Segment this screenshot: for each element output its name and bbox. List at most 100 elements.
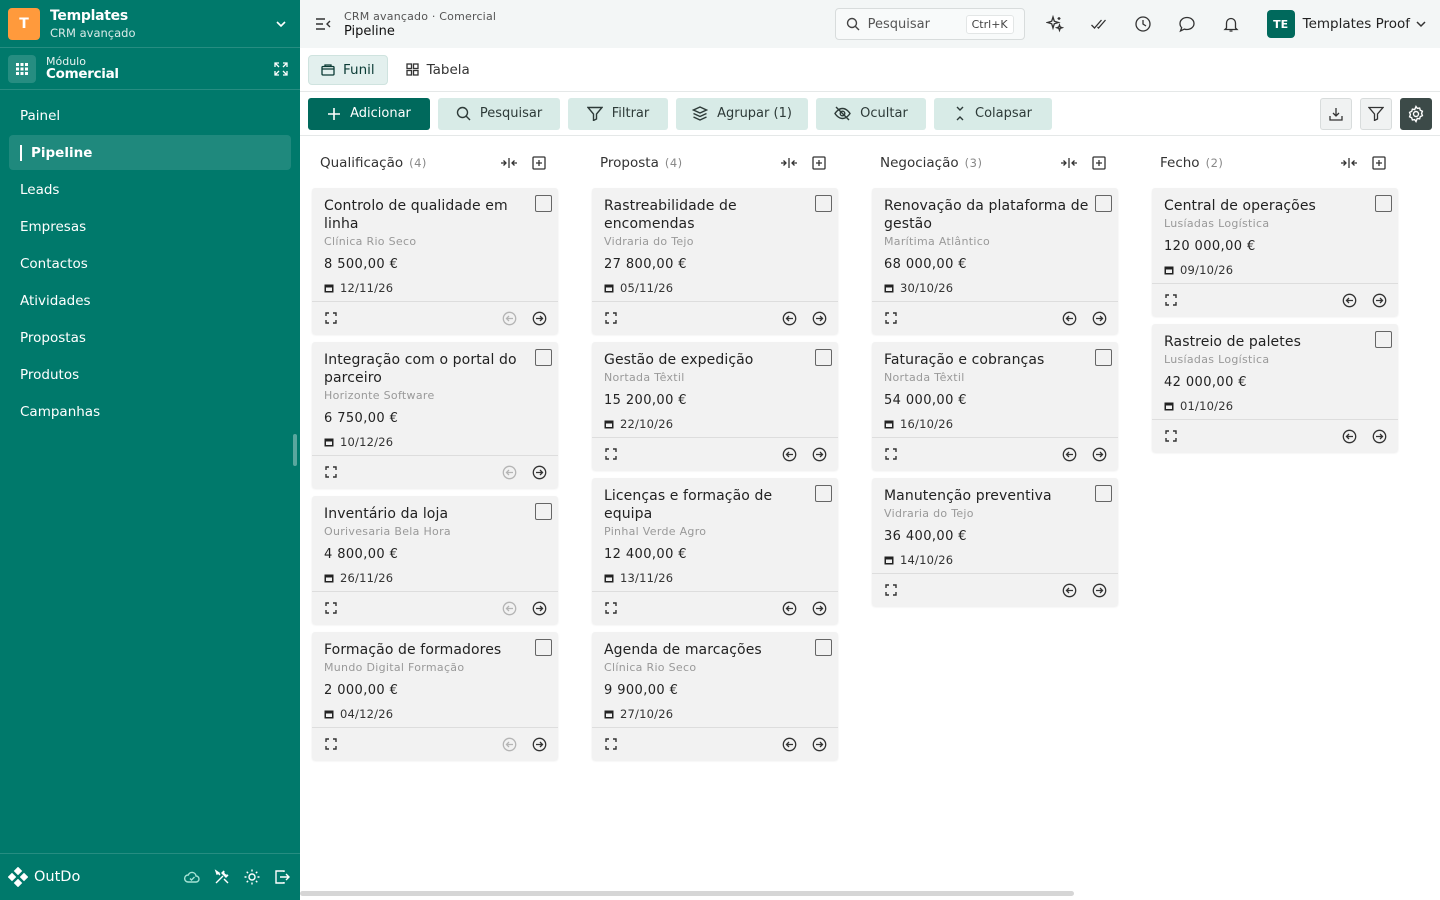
expand-card-icon[interactable] [602,735,620,753]
module-switcher[interactable]: Módulo Comercial [0,48,300,90]
deal-company[interactable]: Vidraria do Tejo [884,507,1106,520]
move-next-icon[interactable] [810,309,828,327]
move-next-icon[interactable] [530,309,548,327]
global-search[interactable]: Pesquisar Ctrl+K [834,8,1025,40]
collapse-button[interactable]: Colapsar [934,97,1052,130]
select-checkbox[interactable] [535,349,552,366]
move-next-icon[interactable] [810,735,828,753]
deal-card[interactable]: Gestão de expedição Nortada Têxtil 15 200,… [592,342,838,470]
add-card-icon[interactable] [1368,152,1390,174]
move-next-icon[interactable] [1090,445,1108,463]
sidebar-item-painel[interactable]: Painel [9,98,291,133]
select-checkbox[interactable] [815,195,832,212]
search-button[interactable]: Pesquisar [438,97,560,130]
horizontal-scrollbar[interactable] [300,891,1074,896]
workspace-switcher[interactable]: T Templates CRM avançado [0,0,300,48]
logout-icon[interactable] [272,867,292,887]
move-next-icon[interactable] [1370,427,1388,445]
sidebar-item-contactos[interactable]: Contactos [9,246,291,281]
collapse-column-icon[interactable] [1338,152,1360,174]
sidebar-item-propostas[interactable]: Propostas [9,320,291,355]
sun-icon[interactable] [242,867,262,887]
move-previous-icon[interactable] [780,735,798,753]
move-previous-icon[interactable] [1060,581,1078,599]
deal-card[interactable]: Rastreabilidade de encomendas Vidraria do… [592,188,838,334]
deal-card[interactable]: Integração com o portal do parceiro Horiz… [312,342,558,488]
bell-icon[interactable] [1209,8,1253,40]
move-previous-icon[interactable] [780,309,798,327]
add-card-icon[interactable] [1088,152,1110,174]
move-next-icon[interactable] [530,735,548,753]
add-button[interactable]: Adicionar [308,97,430,130]
sidebar-item-produtos[interactable]: Produtos [9,357,291,392]
select-checkbox[interactable] [1375,331,1392,348]
move-next-icon[interactable] [810,599,828,617]
menu-collapse-icon[interactable] [312,13,334,35]
filter-button[interactable]: Filtrar [568,97,668,130]
clock-icon[interactable] [1121,8,1165,40]
expand-card-icon[interactable] [1162,427,1180,445]
sparkles-icon[interactable] [1033,8,1077,40]
move-previous-icon[interactable] [780,445,798,463]
expand-card-icon[interactable] [1162,291,1180,309]
expand-card-icon[interactable] [322,735,340,753]
move-next-icon[interactable] [1370,291,1388,309]
move-next-icon[interactable] [530,463,548,481]
deal-card[interactable]: Agenda de marcações Clínica Rio Seco 9 900… [592,632,838,760]
collapse-column-icon[interactable] [1058,152,1080,174]
deal-company[interactable]: Lusíadas Logística [1164,353,1386,366]
deal-card[interactable]: Licenças e formação de equipa Pinhal Verd… [592,478,838,624]
add-card-icon[interactable] [808,152,830,174]
move-previous-icon[interactable] [780,599,798,617]
move-previous-icon[interactable] [1060,309,1078,327]
select-checkbox[interactable] [815,639,832,656]
group-button[interactable]: Agrupar (1) [676,97,808,130]
deal-company[interactable]: Nortada Têxtil [884,371,1106,384]
tab-tabela[interactable]: Tabela [394,55,482,85]
deal-card[interactable]: Formação de formadores Mundo Digital Form… [312,632,558,760]
chat-icon[interactable] [1165,8,1209,40]
select-checkbox[interactable] [815,485,832,502]
expand-card-icon[interactable] [882,445,900,463]
select-checkbox[interactable] [1095,349,1112,366]
expand-card-icon[interactable] [602,309,620,327]
expand-card-icon[interactable] [602,599,620,617]
cloud-sync-icon[interactable] [182,867,202,887]
expand-card-icon[interactable] [322,309,340,327]
sidebar-item-campanhas[interactable]: Campanhas [9,394,291,429]
deal-card[interactable]: Inventário da loja Ourivesaria Bela Hora 4… [312,496,558,624]
collapse-column-icon[interactable] [778,152,800,174]
hide-button[interactable]: Ocultar [816,97,926,130]
move-next-icon[interactable] [1090,581,1108,599]
expand-card-icon[interactable] [882,581,900,599]
move-previous-icon[interactable] [1340,291,1358,309]
deal-company[interactable]: Vidraria do Tejo [604,235,826,248]
expand-card-icon[interactable] [602,445,620,463]
sidebar-item-leads[interactable]: Leads [9,172,291,207]
deal-company[interactable]: Nortada Têxtil [604,371,826,384]
deal-company[interactable]: Lusíadas Logística [1164,217,1386,230]
chevron-down-icon[interactable] [270,13,292,35]
select-checkbox[interactable] [815,349,832,366]
deal-company[interactable]: Pinhal Verde Agro [604,525,826,538]
deal-card[interactable]: Manutenção preventiva Vidraria do Tejo 36 … [872,478,1118,606]
add-card-icon[interactable] [528,152,550,174]
settings-button[interactable] [1400,97,1432,130]
select-checkbox[interactable] [1095,195,1112,212]
sidebar-item-atividades[interactable]: Atividades [9,283,291,318]
sidebar-item-pipeline[interactable]: Pipeline [9,135,291,170]
user-menu[interactable]: TE Templates Proof [1266,10,1428,38]
expand-card-icon[interactable] [322,599,340,617]
expand-card-icon[interactable] [882,309,900,327]
deal-company[interactable]: Marítima Atlântico [884,235,1106,248]
deal-card[interactable]: Rastreio de paletes Lusíadas Logística 42 … [1152,324,1398,452]
collapse-column-icon[interactable] [498,152,520,174]
deal-card[interactable]: Renovação da plataforma de gestão Marítim… [872,188,1118,334]
deal-company[interactable]: Clínica Rio Seco [324,235,546,248]
select-checkbox[interactable] [1095,485,1112,502]
select-checkbox[interactable] [535,503,552,520]
deal-company[interactable]: Clínica Rio Seco [604,661,826,674]
expand-card-icon[interactable] [322,463,340,481]
deal-company[interactable]: Ourivesaria Bela Hora [324,525,546,538]
deal-card[interactable]: Central de operações Lusíadas Logística 12… [1152,188,1398,316]
